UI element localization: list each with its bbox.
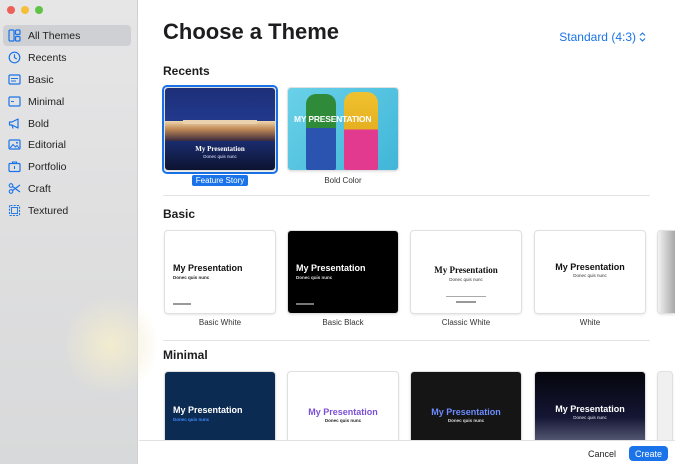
minimize-window-button[interactable]: [21, 6, 29, 14]
thumbnail-footer-text: [173, 303, 191, 305]
theme-name-feature-story[interactable]: Feature Story: [160, 175, 280, 186]
page-title: Choose a Theme: [163, 19, 340, 44]
thumbnail-title: My Presentation: [308, 407, 378, 417]
theme-gallery: Choose a Theme Standard (4:3) Recents My…: [139, 0, 675, 464]
theme-thumbnail-basic-black[interactable]: My Presentation Donec quis nunc: [288, 231, 398, 313]
sidebar-item-bold[interactable]: Bold: [3, 113, 131, 134]
sidebar-item-label: Editorial: [28, 138, 66, 151]
photo-roof: [183, 120, 257, 124]
person-left-graphic: [306, 94, 336, 170]
photo-icon: [8, 139, 21, 150]
sidebar-item-minimal[interactable]: Minimal: [3, 91, 131, 112]
sidebar-item-textured[interactable]: Textured: [3, 200, 131, 221]
minimal-icon: [8, 96, 21, 107]
theme-thumbnail-classic-white[interactable]: My Presentation Donec quis nunc: [411, 231, 521, 313]
section-heading-recents: Recents: [163, 64, 210, 78]
sidebar-item-label: Portfolio: [28, 160, 67, 173]
sidebar-item-all-themes[interactable]: All Themes: [3, 25, 131, 46]
theme-name-basic-white: Basic White: [198, 318, 242, 327]
theme-name-basic-black: Basic Black: [322, 318, 364, 327]
sidebar-item-label: Bold: [28, 117, 50, 130]
slide-size-dropdown[interactable]: Standard (4:3): [559, 30, 646, 44]
theme-thumbnail-bold-color[interactable]: MY PRESENTATION: [288, 88, 398, 170]
theme-thumbnail-basic-white[interactable]: My Presentation Donec quis nunc: [165, 231, 275, 313]
thumbnail-title: My Presentation: [555, 262, 625, 272]
thumbnail-subtitle: Donec quis nunc: [296, 275, 333, 280]
thumbnail-title: My Presentation: [173, 405, 243, 415]
thumbnail-footer-text: [296, 303, 314, 305]
section-divider: [163, 340, 650, 341]
sidebar: All Themes Recents Basic Minimal Bold Ed…: [0, 0, 156, 464]
clock-icon: [8, 51, 21, 64]
sidebar-item-basic[interactable]: Basic: [3, 69, 131, 90]
thumbnail-subtitle: Donec quis nunc: [573, 415, 607, 420]
close-window-button[interactable]: [7, 6, 15, 14]
megaphone-icon: [8, 118, 19, 129]
opera-house-photo: [165, 121, 275, 141]
basic-icon: [8, 74, 21, 85]
thumbnail-title: MY PRESENTATION: [294, 114, 372, 124]
textured-icon: [8, 204, 21, 217]
section-heading-minimal: Minimal: [163, 348, 208, 362]
thumbnail-subtitle: Donec quis nunc: [173, 275, 210, 280]
zoom-window-button[interactable]: [35, 6, 43, 14]
sidebar-item-label: Craft: [28, 182, 51, 195]
thumbnail-rule: [446, 296, 486, 297]
thumbnail-title: My Presentation: [296, 263, 366, 273]
chevron-updown-icon: [639, 32, 646, 42]
theme-name-bold-color: Bold Color: [324, 176, 362, 185]
sidebar-item-label: Textured: [28, 204, 69, 217]
scissors-icon: [8, 183, 21, 194]
sidebar-item-label: Recents: [28, 51, 67, 64]
theme-name-label: Feature Story: [191, 175, 249, 186]
theme-name-white: White: [579, 318, 601, 327]
thumbnail-subtitle: Donec quis nunc: [324, 418, 362, 423]
sidebar-item-label: Basic: [28, 73, 54, 86]
thumbnail-title: My Presentation: [555, 404, 625, 414]
theme-thumbnail-feature-story[interactable]: My Presentation Donec quis nunc: [165, 88, 275, 170]
theme-thumbnail-partial[interactable]: [658, 231, 675, 313]
thumbnail-subtitle: Donec quis nunc: [203, 154, 237, 159]
theme-thumbnail-white[interactable]: My Presentation Donec quis nunc: [535, 231, 645, 313]
footer-bar: Cancel Create: [139, 440, 675, 464]
thumbnail-subtitle: Donec quis nunc: [449, 277, 483, 282]
sidebar-item-craft[interactable]: Craft: [3, 178, 131, 199]
sidebar-item-editorial[interactable]: Editorial: [3, 134, 131, 155]
all-themes-icon: [8, 29, 21, 42]
thumbnail-title: My Presentation: [173, 263, 243, 273]
sidebar-item-portfolio[interactable]: Portfolio: [3, 156, 131, 177]
slide-size-value: Standard (4:3): [559, 30, 636, 44]
section-divider: [163, 195, 650, 196]
sidebar-item-recents[interactable]: Recents: [3, 47, 131, 68]
thumbnail-footer-text: [456, 301, 476, 303]
thumbnail-subtitle: Donec quis nunc: [573, 273, 607, 278]
thumbnail-subtitle: Donec quis nunc: [173, 417, 210, 422]
thumbnail-title: My Presentation: [434, 265, 498, 275]
section-heading-basic: Basic: [163, 207, 196, 221]
portfolio-icon: [8, 161, 21, 173]
sidebar-item-label: All Themes: [28, 29, 81, 42]
thumbnail-title: My Presentation: [195, 145, 245, 153]
window-controls: [7, 6, 43, 14]
theme-name-classic-white: Classic White: [441, 318, 491, 327]
sidebar-item-label: Minimal: [28, 95, 65, 108]
person-right-graphic: [344, 92, 378, 170]
thumbnail-title: My Presentation: [431, 407, 501, 417]
thumbnail-subtitle: Donec quis nunc: [447, 418, 485, 423]
cancel-button[interactable]: Cancel: [586, 446, 618, 461]
create-button[interactable]: Create: [629, 446, 668, 461]
theme-chooser-window: All Themes Recents Basic Minimal Bold Ed…: [0, 0, 675, 464]
